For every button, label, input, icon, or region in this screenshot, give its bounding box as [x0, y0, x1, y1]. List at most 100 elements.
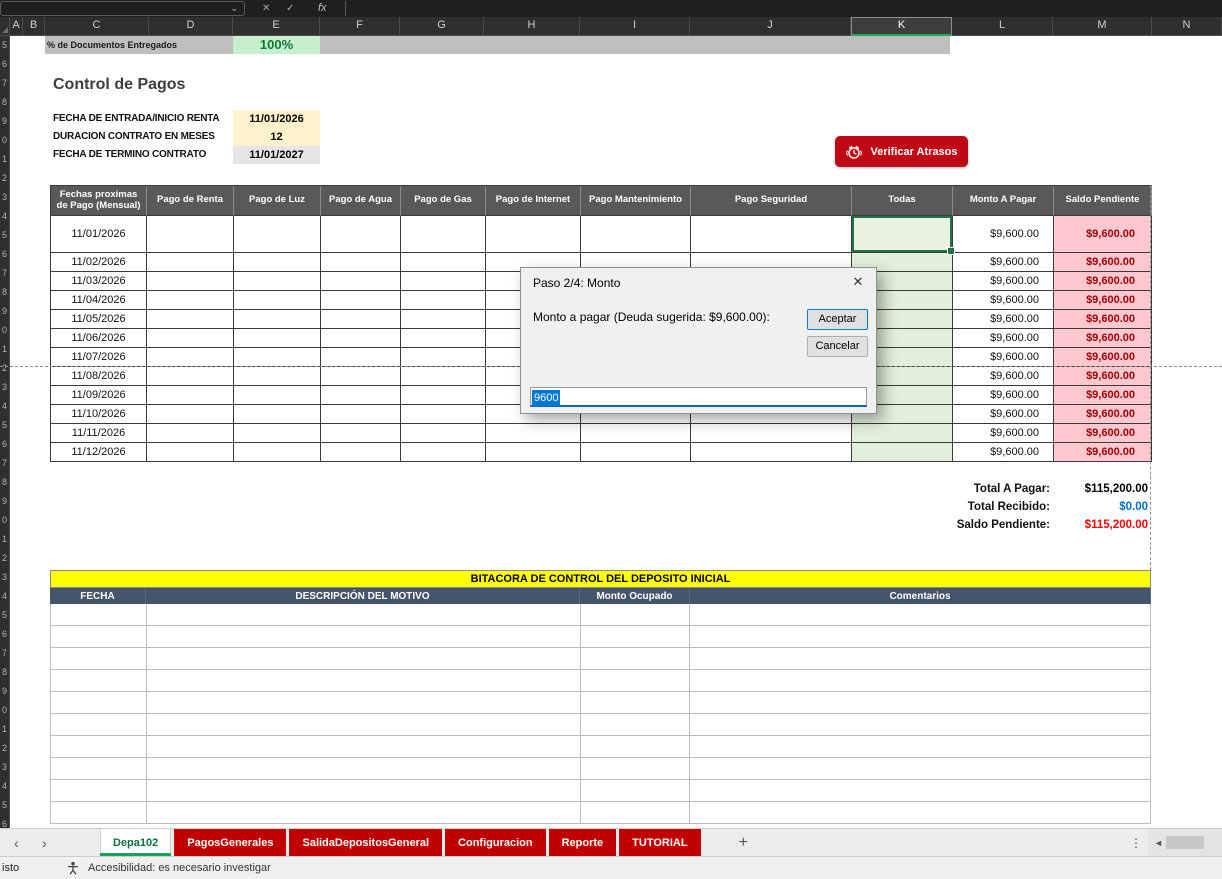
bitacora-fecha-cell[interactable] — [51, 626, 147, 648]
saldo-pendiente-cell[interactable]: $9,600.00 — [1054, 424, 1152, 443]
bitacora-comentarios-cell[interactable] — [690, 648, 1151, 670]
todas-cell[interactable] — [852, 443, 953, 462]
pago-agua-cell[interactable] — [321, 386, 401, 405]
pago-seguridad-cell[interactable] — [691, 216, 852, 253]
bitacora-comentarios-cell[interactable] — [690, 670, 1151, 692]
row-header[interactable]: 9 — [0, 112, 9, 131]
bitacora-fecha-cell[interactable] — [51, 758, 147, 780]
monto-a-pagar-cell[interactable]: $9,600.00 — [953, 386, 1054, 405]
pago-internet-cell[interactable] — [486, 443, 581, 462]
pago-internet-cell[interactable] — [486, 216, 581, 253]
payment-date-cell[interactable]: 11/01/2026 — [51, 216, 147, 253]
row-header[interactable]: 5 — [0, 416, 9, 435]
bitacora-fecha-cell[interactable] — [51, 780, 147, 802]
monto-a-pagar-cell[interactable]: $9,600.00 — [953, 272, 1054, 291]
payment-date-cell[interactable]: 11/02/2026 — [51, 253, 147, 272]
pago-renta-cell[interactable] — [147, 291, 234, 310]
pago-gas-cell[interactable] — [401, 272, 486, 291]
pago-renta-cell[interactable] — [147, 386, 234, 405]
row-header[interactable]: 4 — [0, 207, 9, 226]
total-a-pagar-value[interactable]: $115,200.00 — [1053, 481, 1148, 498]
row-header[interactable]: 3 — [0, 568, 9, 587]
pago-agua-cell[interactable] — [321, 329, 401, 348]
pago-gas-cell[interactable] — [401, 367, 486, 386]
bitacora-header-comentarios[interactable]: Comentarios — [690, 588, 1151, 604]
bitacora-comentarios-cell[interactable] — [690, 780, 1151, 802]
bitacora-comentarios-cell[interactable] — [690, 758, 1151, 780]
total-recibido-value[interactable]: $0.00 — [1053, 499, 1148, 516]
horizontal-scrollbar[interactable]: ◄ — [1148, 829, 1222, 857]
pago-luz-cell[interactable] — [234, 367, 321, 386]
header-pago-gas[interactable]: Pago de Gas — [401, 186, 486, 216]
pago-agua-cell[interactable] — [321, 367, 401, 386]
pago-luz-cell[interactable] — [234, 405, 321, 424]
saldo-pendiente-cell[interactable]: $9,600.00 — [1054, 291, 1152, 310]
pago-gas-cell[interactable] — [401, 405, 486, 424]
monto-input-field[interactable]: 9600 — [530, 387, 867, 407]
pago-agua-cell[interactable] — [321, 443, 401, 462]
saldo-pendiente-cell[interactable]: $9,600.00 — [1054, 367, 1152, 386]
bitacora-monto-cell[interactable] — [581, 670, 691, 692]
documents-delivered-value[interactable]: 100% — [233, 36, 320, 54]
pago-renta-cell[interactable] — [147, 443, 234, 462]
monto-a-pagar-cell[interactable]: $9,600.00 — [953, 291, 1054, 310]
row-header[interactable]: 2 — [0, 169, 9, 188]
bitacora-monto-cell[interactable] — [581, 692, 691, 714]
monto-a-pagar-cell[interactable]: $9,600.00 — [953, 405, 1054, 424]
pago-luz-cell[interactable] — [234, 291, 321, 310]
scroll-left-icon[interactable]: ◄ — [1154, 829, 1163, 857]
row-header[interactable]: 0 — [0, 511, 9, 530]
verificar-atrasos-button[interactable]: Verificar Atrasos — [835, 136, 968, 167]
pago-seguridad-cell[interactable] — [691, 424, 852, 443]
todas-cell[interactable] — [852, 424, 953, 443]
column-header-d[interactable]: D — [149, 17, 233, 36]
column-header-k-selected[interactable]: K — [851, 17, 952, 36]
row-header[interactable]: 1 — [0, 720, 9, 739]
enter-icon[interactable]: ✓ — [286, 0, 294, 17]
row-header[interactable]: 0 — [0, 321, 9, 340]
payment-date-cell[interactable]: 11/11/2026 — [51, 424, 147, 443]
formula-input[interactable] — [345, 1, 1220, 16]
payment-date-cell[interactable]: 11/08/2026 — [51, 367, 147, 386]
bitacora-monto-cell[interactable] — [581, 780, 691, 802]
pago-mantenimiento-cell[interactable] — [581, 216, 691, 253]
bitacora-descripcion-cell[interactable] — [147, 692, 581, 714]
bitacora-fecha-cell[interactable] — [51, 648, 147, 670]
bitacora-monto-cell[interactable] — [581, 736, 691, 758]
saldo-pendiente-cell[interactable]: $9,600.00 — [1054, 329, 1152, 348]
bitacora-comentarios-cell[interactable] — [690, 626, 1151, 648]
monto-a-pagar-cell[interactable]: $9,600.00 — [953, 253, 1054, 272]
pago-renta-cell[interactable] — [147, 216, 234, 253]
aceptar-button[interactable]: Aceptar — [807, 309, 868, 330]
monto-a-pagar-cell[interactable]: $9,600.00 — [953, 367, 1054, 386]
bitacora-fecha-cell[interactable] — [51, 802, 147, 824]
pago-renta-cell[interactable] — [147, 405, 234, 424]
row-header[interactable]: 1 — [0, 530, 9, 549]
header-pago-mantenimiento[interactable]: Pago Mantenimiento — [581, 186, 691, 216]
bitacora-descripcion-cell[interactable] — [147, 802, 581, 824]
row-header[interactable]: 7 — [0, 264, 9, 283]
sheet-tab[interactable]: SalidaDepositosGeneral — [289, 829, 442, 856]
row-header[interactable]: 6 — [0, 815, 9, 828]
bitacora-header-fecha[interactable]: FECHA — [50, 588, 146, 604]
pago-gas-cell[interactable] — [401, 386, 486, 405]
fx-icon[interactable]: fx — [318, 0, 327, 17]
column-header-n[interactable]: N — [1152, 17, 1222, 36]
payment-date-cell[interactable]: 11/05/2026 — [51, 310, 147, 329]
bitacora-comentarios-cell[interactable] — [690, 714, 1151, 736]
row-header[interactable]: 1 — [0, 340, 9, 359]
accessibility-status[interactable]: Accesibilidad: es necesario investigar — [88, 857, 271, 879]
pago-gas-cell[interactable] — [401, 329, 486, 348]
pago-renta-cell[interactable] — [147, 367, 234, 386]
pago-agua-cell[interactable] — [321, 216, 401, 253]
saldo-pendiente-cell[interactable]: $9,600.00 — [1054, 272, 1152, 291]
pago-gas-cell[interactable] — [401, 424, 486, 443]
sheet-tab[interactable]: Reporte — [549, 829, 617, 856]
pago-gas-cell[interactable] — [401, 443, 486, 462]
fecha-entrada-value[interactable]: 11/01/2026 — [233, 110, 320, 128]
column-header-g[interactable]: G — [400, 17, 484, 36]
row-header[interactable]: 4 — [0, 777, 9, 796]
column-header-c[interactable]: C — [45, 17, 149, 36]
column-header-e[interactable]: E — [233, 17, 320, 36]
todas-cell[interactable] — [852, 216, 953, 253]
